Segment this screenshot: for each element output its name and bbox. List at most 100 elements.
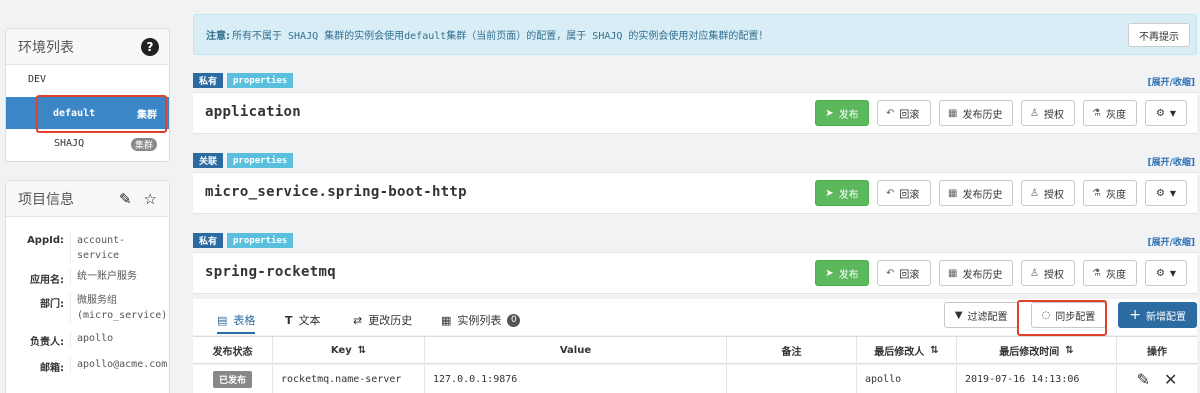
edit-icon[interactable]: ✎	[1137, 370, 1150, 389]
rollback-label: 回滚	[899, 109, 920, 121]
settings-dropdown[interactable]: ⚙ ▼	[1145, 100, 1187, 126]
tab-history[interactable]: ⇄ 更改历史	[353, 312, 412, 328]
history-label: 发布历史	[962, 109, 1003, 121]
tab-text[interactable]: T 文本	[285, 312, 321, 328]
rollback-icon: ↶	[886, 267, 895, 279]
config-table-header: 发布状态 Key ⇅ Value 备注 最后修改人 ⇅ 最后修改时间 ⇅ 操作	[193, 336, 1197, 364]
project-info-panel: 项目信息 ✎ ☆ AppId: account-service 应用名: 统一账…	[5, 180, 170, 393]
filter-icon: ▼	[954, 309, 963, 321]
tab-instances[interactable]: ▦ 实例列表 0	[441, 312, 521, 328]
col-header-key[interactable]: Key ⇅	[273, 337, 425, 363]
col-header-time[interactable]: 最后修改时间 ⇅	[957, 337, 1117, 363]
calendar-icon: ▦	[948, 107, 958, 119]
header-label: 操作	[1147, 346, 1167, 358]
info-key: 应用名:	[30, 275, 64, 286]
tab-table[interactable]: ▤ 表格	[217, 312, 256, 334]
delete-icon[interactable]: ✕	[1164, 370, 1177, 389]
info-value: apollo	[70, 331, 158, 348]
flask-icon: ⚗	[1092, 267, 1101, 279]
namespace-name: spring-rocketmq	[205, 264, 336, 280]
publish-button[interactable]: ➤ 发布	[815, 100, 869, 126]
cell-comment	[727, 365, 857, 393]
highlight-box	[1017, 300, 1107, 336]
expand-collapse-link[interactable]: [展开/收缩]	[1147, 75, 1195, 88]
info-row-appid: AppId: account-service	[6, 233, 169, 263]
history-label: 发布历史	[962, 189, 1003, 201]
info-value: account-service	[70, 233, 158, 263]
namespace-scope-tag: 私有	[193, 233, 224, 248]
sort-icon: ⇅	[357, 344, 367, 356]
grant-button[interactable]: ♙ 授权	[1021, 180, 1075, 206]
settings-dropdown[interactable]: ⚙ ▼	[1145, 260, 1187, 286]
gray-release-button[interactable]: ⚗ 灰度	[1083, 100, 1137, 126]
grant-button[interactable]: ♙ 授权	[1021, 100, 1075, 126]
info-row-owner: 负责人: apollo	[6, 331, 169, 348]
namespace-format-tag: properties	[227, 233, 294, 248]
env-list-header: 环境列表 ?	[6, 29, 169, 65]
expand-collapse-link[interactable]: [展开/收缩]	[1147, 155, 1195, 168]
header-label: 发布状态	[212, 346, 253, 358]
filter-config-button[interactable]: ▼ 过滤配置	[943, 302, 1019, 328]
grant-button[interactable]: ♙ 授权	[1021, 260, 1075, 286]
rollback-button[interactable]: ↶ 回滚	[877, 100, 931, 126]
col-header-modifier[interactable]: 最后修改人 ⇅	[857, 337, 957, 363]
cluster-item-shajq[interactable]: SHAJQ 集群	[6, 138, 169, 151]
namespace-name: micro_service.spring-boot-http	[205, 184, 467, 200]
edit-icon[interactable]: ✎	[119, 190, 132, 208]
publish-button[interactable]: ➤ 发布	[815, 180, 869, 206]
env-item-dev[interactable]: DEV	[6, 74, 169, 85]
user-icon: ♙	[1030, 107, 1039, 119]
header-label: 最后修改人	[874, 346, 925, 358]
history-button[interactable]: ▦ 发布历史	[939, 260, 1013, 286]
history-button[interactable]: ▦ 发布历史	[939, 180, 1013, 206]
namespace-name: application	[205, 104, 302, 120]
expand-collapse-link[interactable]: [展开/收缩]	[1147, 235, 1195, 248]
publish-label: 发布	[838, 189, 859, 201]
table-row: 已发布 rocketmq.name-server 127.0.0.1:9876 …	[193, 365, 1197, 393]
rollback-button[interactable]: ↶ 回滚	[877, 260, 931, 286]
notice-text: 所有不属于 SHAJQ 集群的实例会使用default集群（当前页面）的配置，属…	[232, 31, 769, 42]
info-key: 负责人:	[30, 337, 64, 348]
shuffle-icon: ⇄	[353, 313, 363, 327]
sort-icon: ⇅	[1065, 344, 1074, 356]
col-header-comment: 备注	[727, 337, 857, 363]
publish-label: 发布	[838, 109, 859, 121]
tab-label: 实例列表	[457, 314, 502, 327]
history-button[interactable]: ▦ 发布历史	[939, 100, 1013, 126]
dismiss-notice-button[interactable]: 不再提示	[1128, 23, 1190, 47]
gray-label: 灰度	[1105, 269, 1126, 281]
info-row-dept: 部门: 微服务组(micro_service)	[6, 293, 169, 323]
rollback-button[interactable]: ↶ 回滚	[877, 180, 931, 206]
grant-label: 授权	[1043, 269, 1064, 281]
help-icon[interactable]: ?	[141, 37, 159, 56]
rollback-label: 回滚	[899, 269, 920, 281]
tab-label: 表格	[233, 314, 256, 327]
cell-time: 2019-07-16 14:13:06	[957, 365, 1117, 393]
filter-label: 过滤配置	[967, 311, 1008, 323]
caret-down-icon: ▼	[1169, 108, 1177, 118]
add-label: 新增配置	[1146, 311, 1186, 323]
settings-dropdown[interactable]: ⚙ ▼	[1145, 180, 1187, 206]
add-config-button[interactable]: + 新增配置	[1118, 302, 1197, 328]
namespace-format-tag: properties	[227, 73, 294, 88]
table-icon: ▤	[217, 313, 228, 327]
publish-label: 发布	[838, 269, 859, 281]
gray-release-button[interactable]: ⚗ 灰度	[1083, 180, 1137, 206]
star-icon[interactable]: ☆	[144, 190, 157, 208]
user-icon: ♙	[1030, 267, 1039, 279]
rollback-label: 回滚	[899, 189, 920, 201]
published-badge: 已发布	[212, 371, 252, 388]
info-value: apollo@acme.com	[70, 357, 167, 374]
send-icon: ➤	[825, 107, 834, 119]
calendar-icon: ▦	[948, 267, 958, 279]
project-info-title: 项目信息	[18, 191, 74, 208]
history-label: 发布历史	[962, 269, 1003, 281]
calendar-icon: ▦	[948, 187, 958, 199]
gray-label: 灰度	[1105, 189, 1126, 201]
rollback-icon: ↶	[886, 107, 895, 119]
publish-button[interactable]: ➤ 发布	[815, 260, 869, 286]
gray-release-button[interactable]: ⚗ 灰度	[1083, 260, 1137, 286]
cell-status: 已发布	[193, 365, 273, 393]
cluster-notice: 注意: 所有不属于 SHAJQ 集群的实例会使用default集群（当前页面）的…	[193, 14, 1197, 55]
header-label: 最后修改时间	[999, 346, 1060, 358]
